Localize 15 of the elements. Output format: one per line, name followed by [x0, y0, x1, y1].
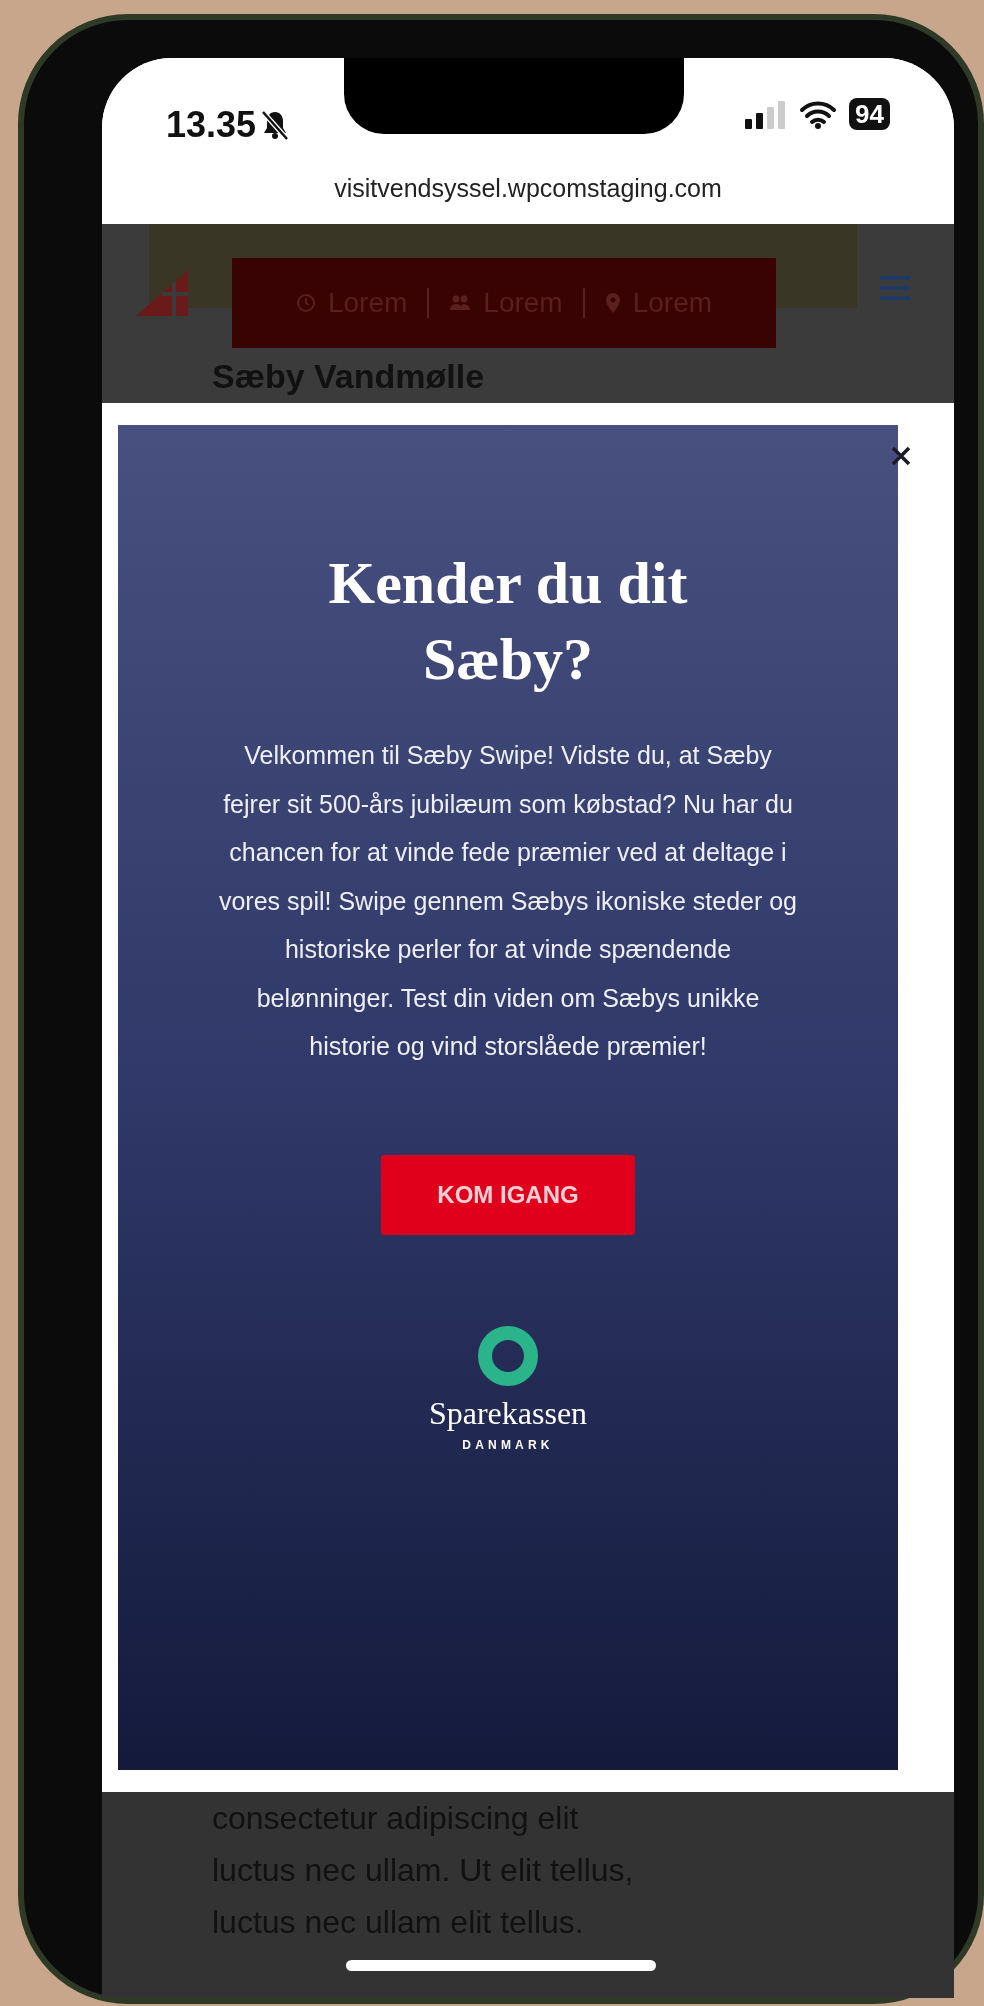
- popup-heading: Kender du dit Sæby?: [327, 549, 689, 694]
- start-button[interactable]: KOM IGANG: [381, 1154, 635, 1235]
- logo-name: Sparekassen: [428, 1393, 588, 1433]
- status-time: 13.35: [166, 103, 257, 147]
- address-bar-url: visitvendsyssel.wpcomstaging.com: [334, 173, 722, 204]
- clock-icon: [295, 293, 316, 313]
- close-icon[interactable]: [890, 445, 912, 467]
- signal-icon: [743, 99, 788, 129]
- logo-subtitle: DANMARK: [462, 1436, 554, 1453]
- people-icon: [449, 294, 472, 312]
- battery-level: 94: [849, 98, 890, 130]
- popup-description: Velkommen til Sæby Swipe! Vidste du, at Sæby fejrer sit 500-års jubilæum som købstad? Nu har du chancen for at vinde fede præmier ved at deltage i vores spil! Swipe gennem Sæbys ikoniske steder og historiske perler for at vinde spændende belønninger. Test din viden om Sæbys unikke historie og vind storslåede præmier!: [217, 740, 799, 1062]
- wifi-icon: [799, 99, 838, 129]
- ring-logo-icon: [477, 1324, 539, 1387]
- location-pin-icon: [604, 292, 621, 314]
